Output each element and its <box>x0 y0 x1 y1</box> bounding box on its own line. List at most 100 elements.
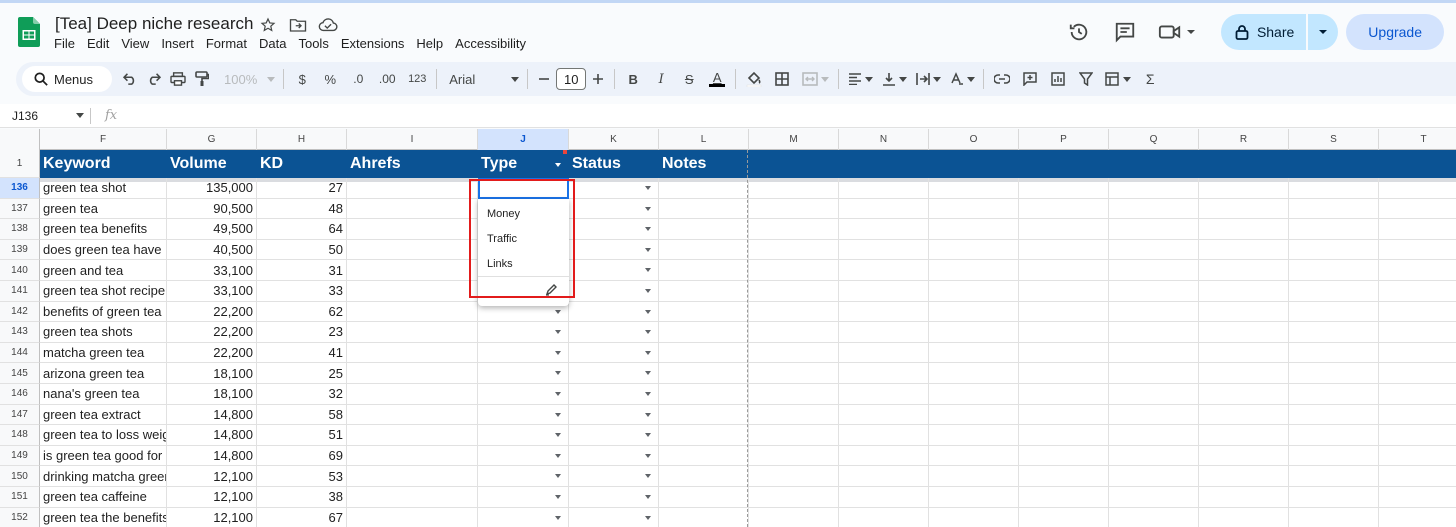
grid-cell[interactable] <box>1109 198 1199 220</box>
grid-cell[interactable] <box>659 363 749 384</box>
row-header[interactable]: 1 <box>0 150 40 178</box>
grid-cell[interactable] <box>749 322 839 343</box>
header-cell-empty[interactable] <box>1109 150 1199 178</box>
row-header[interactable]: 141 <box>0 281 40 302</box>
volume-cell[interactable]: 22,200 <box>167 301 257 323</box>
row-header[interactable]: 142 <box>0 301 40 323</box>
grid-cell[interactable] <box>347 260 478 281</box>
volume-cell[interactable]: 22,200 <box>167 322 257 343</box>
header-cell-empty[interactable] <box>1019 150 1109 178</box>
status-cell-dropdown-icon[interactable] <box>645 186 651 190</box>
volume-cell[interactable]: 135,000 <box>167 178 257 199</box>
status-cell-dropdown-icon[interactable] <box>645 289 651 293</box>
row-header[interactable]: 147 <box>0 404 40 426</box>
grid-cell[interactable] <box>929 342 1019 364</box>
status-cell-dropdown-icon[interactable] <box>645 392 651 396</box>
kd-cell[interactable]: 50 <box>257 239 347 261</box>
upgrade-button[interactable]: Upgrade <box>1346 14 1444 50</box>
share-button[interactable]: Share <box>1220 14 1307 50</box>
status-cell-dropdown-icon[interactable] <box>645 495 651 499</box>
insert-comment-icon[interactable] <box>1016 66 1044 92</box>
column-header-k[interactable]: K <box>569 129 659 150</box>
grid-cell[interactable] <box>347 384 478 405</box>
keyword-cell[interactable]: is green tea good for <box>40 445 167 467</box>
grid-cell[interactable] <box>929 404 1019 426</box>
grid-cell[interactable] <box>749 301 839 323</box>
insert-chart-icon[interactable] <box>1044 66 1072 92</box>
type-cell-dropdown-icon[interactable] <box>555 350 561 355</box>
grid-cell[interactable] <box>1109 342 1199 364</box>
column-header-q[interactable]: Q <box>1109 129 1199 150</box>
grid-cell[interactable] <box>1379 384 1456 405</box>
grid-cell[interactable] <box>347 425 478 446</box>
status-cell-dropdown-icon[interactable] <box>645 515 651 520</box>
grid-cell[interactable] <box>839 404 929 426</box>
grid-cell[interactable] <box>1289 301 1379 323</box>
grid-cell[interactable] <box>1289 342 1379 364</box>
star-icon[interactable] <box>258 15 278 35</box>
menu-edit[interactable]: Edit <box>81 36 115 51</box>
grid-cell[interactable] <box>1289 466 1379 487</box>
row-header[interactable]: 150 <box>0 466 40 487</box>
version-history-icon[interactable] <box>1059 12 1099 52</box>
volume-cell[interactable]: 14,800 <box>167 404 257 426</box>
row-header[interactable]: 136 <box>0 178 40 199</box>
grid-cell[interactable] <box>347 466 478 487</box>
menu-file[interactable]: File <box>48 36 81 51</box>
grid-cell[interactable] <box>1019 487 1109 508</box>
row-header[interactable]: 140 <box>0 260 40 281</box>
grid-cell[interactable] <box>749 363 839 384</box>
grid-cell[interactable] <box>1199 384 1289 405</box>
volume-cell[interactable]: 14,800 <box>167 425 257 446</box>
type-cell-dropdown-icon[interactable] <box>555 330 561 335</box>
grid-cell[interactable] <box>659 404 749 426</box>
status-cell-dropdown-icon[interactable] <box>645 268 651 273</box>
grid-cell[interactable] <box>749 425 839 446</box>
kd-cell[interactable]: 25 <box>257 363 347 384</box>
grid-cell[interactable] <box>659 281 749 302</box>
menu-data[interactable]: Data <box>253 36 292 51</box>
grid-cell[interactable] <box>1019 363 1109 384</box>
grid-cell[interactable] <box>839 425 929 446</box>
grid-cell[interactable] <box>1379 343 1456 364</box>
status-cell-dropdown-icon[interactable] <box>645 247 651 252</box>
keyword-cell[interactable]: arizona green tea <box>40 363 167 384</box>
type-cell-dropdown-icon[interactable] <box>555 371 561 376</box>
grid-cell[interactable] <box>347 487 478 508</box>
grid-cell[interactable] <box>1289 507 1379 527</box>
grid-cell[interactable] <box>1109 363 1199 384</box>
row-header[interactable]: 137 <box>0 198 40 220</box>
grid-cell[interactable] <box>839 466 929 487</box>
grid-cell[interactable] <box>1199 466 1289 487</box>
grid-cell[interactable] <box>347 301 478 323</box>
keyword-cell[interactable]: green tea extract <box>40 404 167 426</box>
grid-cell[interactable] <box>749 178 839 199</box>
grid-cell[interactable] <box>1109 425 1199 446</box>
fill-color-icon[interactable] <box>740 66 768 92</box>
grid-cell[interactable] <box>1109 507 1199 527</box>
grid-cell[interactable] <box>839 384 929 405</box>
kd-cell[interactable]: 64 <box>257 219 347 240</box>
grid-cell[interactable] <box>347 198 478 220</box>
grid-cell[interactable] <box>1379 178 1456 199</box>
select-all-corner[interactable] <box>0 129 40 150</box>
grid-cell[interactable] <box>839 198 929 220</box>
header-cell-keyword[interactable]: Keyword <box>40 150 167 178</box>
header-cell-empty[interactable] <box>1199 150 1289 178</box>
grid-cell[interactable] <box>1379 322 1456 343</box>
grid-cell[interactable] <box>1379 363 1456 384</box>
comments-icon[interactable] <box>1105 12 1145 52</box>
column-header-i[interactable]: I <box>347 129 478 150</box>
type-cell-dropdown-icon[interactable] <box>555 433 561 438</box>
column-header-n[interactable]: N <box>839 129 929 150</box>
menu-view[interactable]: View <box>115 36 155 51</box>
grid-cell[interactable] <box>929 384 1019 405</box>
menu-tools[interactable]: Tools <box>292 36 334 51</box>
zoom-select[interactable]: 100% <box>220 66 279 92</box>
volume-cell[interactable]: 18,100 <box>167 363 257 384</box>
grid-cell[interactable] <box>1379 487 1456 508</box>
grid-cell[interactable] <box>749 507 839 527</box>
grid-cell[interactable] <box>659 425 749 446</box>
column-header-l[interactable]: L <box>659 129 749 150</box>
grid-cell[interactable] <box>1109 322 1199 343</box>
